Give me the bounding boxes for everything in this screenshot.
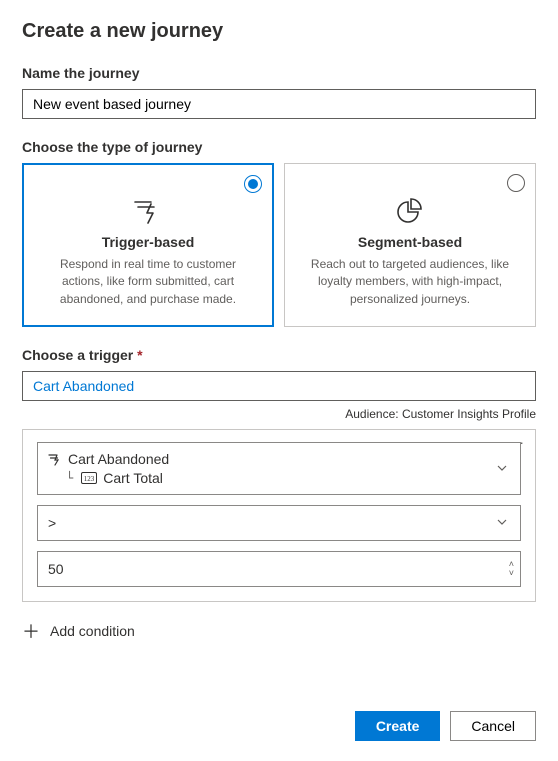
condition-value-text: 50 <box>48 561 64 577</box>
trigger-label: Choose a trigger * <box>22 347 536 363</box>
type-title-trigger: Trigger-based <box>102 234 195 250</box>
audience-info: Audience: Customer Insights Profile <box>22 407 536 421</box>
plus-icon: ＋ <box>22 618 40 644</box>
journey-name-input[interactable] <box>22 89 536 119</box>
operator-value: > <box>48 515 56 531</box>
radio-trigger-based[interactable] <box>244 175 262 193</box>
condition-attribute-select[interactable]: Cart Abandoned └ 123 Cart Total <box>37 442 521 495</box>
add-condition-label: Add condition <box>50 623 135 639</box>
type-title-segment: Segment-based <box>358 234 462 250</box>
chevron-down-icon[interactable]: ˅ <box>509 569 514 578</box>
attribute-event-label: Cart Abandoned <box>68 451 169 467</box>
lightning-small-icon <box>48 452 62 466</box>
value-stepper[interactable]: ˄ ˅ <box>509 552 514 586</box>
pie-chart-icon <box>396 198 424 224</box>
chevron-down-icon <box>496 515 508 531</box>
journey-type-segment-based[interactable]: Segment-based Reach out to targeted audi… <box>284 163 536 327</box>
lightning-icon <box>133 198 163 224</box>
condition-panel: ··· Cart Abandoned └ 123 Cart Total > 50… <box>22 429 536 602</box>
journey-type-trigger-based[interactable]: Trigger-based Respond in real time to cu… <box>22 163 274 327</box>
svg-text:123: 123 <box>84 475 95 483</box>
condition-value-input[interactable]: 50 ˄ ˅ <box>37 551 521 587</box>
add-condition-button[interactable]: ＋ Add condition <box>22 616 536 646</box>
trigger-input[interactable] <box>22 371 536 401</box>
type-desc-segment: Reach out to targeted audiences, like lo… <box>299 256 521 308</box>
create-button[interactable]: Create <box>355 711 441 741</box>
condition-operator-select[interactable]: > <box>37 505 521 541</box>
attribute-field-label: Cart Total <box>103 470 163 486</box>
name-label: Name the journey <box>22 65 536 81</box>
number-field-icon: 123 <box>81 472 97 484</box>
cancel-button[interactable]: Cancel <box>450 711 536 741</box>
type-desc-trigger: Respond in real time to customer actions… <box>37 256 259 308</box>
page-title: Create a new journey <box>22 20 536 43</box>
chevron-down-icon <box>496 461 508 477</box>
tree-branch-icon: └ <box>66 471 73 485</box>
radio-segment-based[interactable] <box>507 174 525 192</box>
type-label: Choose the type of journey <box>22 139 536 155</box>
